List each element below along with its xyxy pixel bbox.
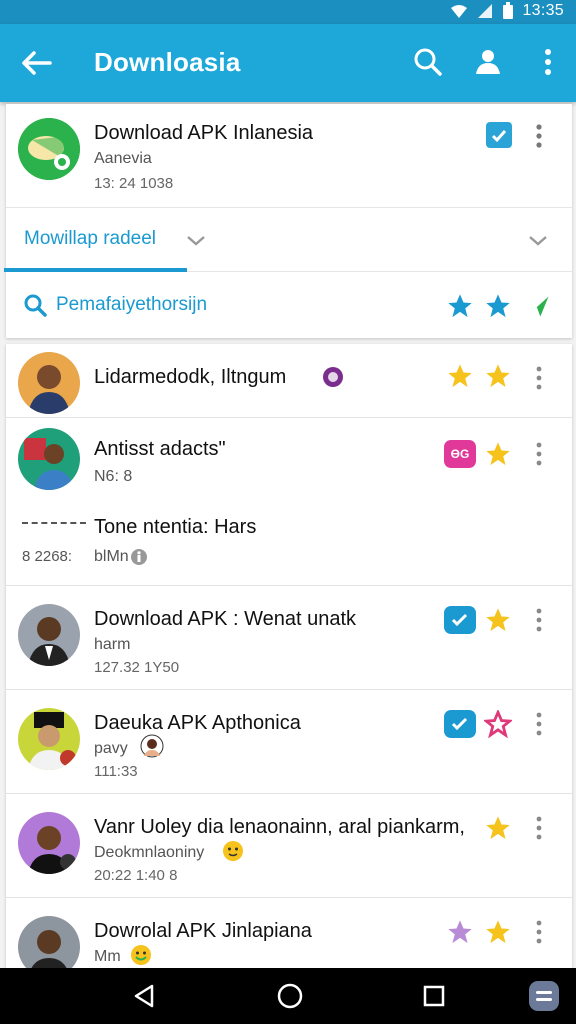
emoji-icon: [223, 841, 243, 861]
more-vert-icon[interactable]: [532, 364, 546, 392]
results-list: Lidarmedodk, Iltngum Antisst adacts" N6:…: [6, 344, 572, 970]
search-icon[interactable]: [22, 292, 48, 318]
battery-icon: [503, 2, 514, 19]
app-name: Download APK Inlanesia: [94, 122, 314, 144]
status-bar: 13:35: [0, 0, 576, 24]
list-item[interactable]: Lidarmedodk, Iltngum: [6, 344, 572, 418]
chevron-down-icon[interactable]: [184, 228, 208, 252]
avatar: [18, 812, 80, 874]
back-arrow-icon[interactable]: [20, 46, 54, 80]
item-meta: 20:22 1:40 8: [94, 867, 178, 884]
list-item[interactable]: Antisst adacts" N6: 8 ӨG Tone ntentia: H…: [6, 418, 572, 586]
item-title: Daeuka APK Apthonica: [94, 712, 301, 734]
item-subtitle: Deokmnlaoniny: [94, 844, 205, 861]
wifi-icon: [451, 5, 468, 18]
signal-icon: [478, 4, 493, 18]
star-icon[interactable]: [484, 918, 512, 946]
more-vert-icon[interactable]: [532, 606, 546, 634]
status-icons: 13:35: [450, 2, 564, 20]
send-icon[interactable]: [524, 292, 552, 320]
more-vert-icon[interactable]: [530, 44, 566, 80]
star-icon[interactable]: [446, 362, 474, 390]
item-title: Vanr Uoley dia lenaonainn, aral piankarm…: [94, 816, 465, 838]
item-subtitle: pavy: [94, 740, 128, 757]
avatar: [18, 428, 80, 490]
more-vert-icon[interactable]: [532, 814, 546, 842]
item-title: Dowrolal APK Jinlapiana: [94, 920, 312, 942]
star-icon[interactable]: [484, 292, 512, 320]
item-title: Lidarmedodk, Iltngum: [94, 366, 287, 388]
star-icon[interactable]: [484, 440, 512, 468]
nav-home-icon[interactable]: [276, 982, 304, 1010]
list-item[interactable]: Vanr Uoley dia lenaonainn, aral piankarm…: [6, 794, 572, 898]
item-meta: 111:33: [94, 763, 138, 780]
app-title: Downloasia: [94, 47, 241, 77]
tab-bar: Mowillap radeel: [4, 208, 572, 272]
keyboard-icon[interactable]: [528, 980, 560, 1012]
download-badge-icon[interactable]: [486, 122, 512, 148]
item-title: Download APK : Wenat unatk: [94, 608, 357, 630]
more-vert-icon[interactable]: [532, 918, 546, 946]
account-icon[interactable]: [470, 44, 506, 80]
tab-active[interactable]: Mowillap radeel: [24, 228, 156, 250]
search-icon[interactable]: [410, 44, 446, 80]
item-badge[interactable]: ӨG: [444, 440, 476, 468]
app-bar: Downloasia: [0, 24, 576, 102]
like-badge-icon[interactable]: [444, 606, 476, 634]
list-item[interactable]: Download APK : Wenat unatk harm 127.32 1…: [6, 586, 572, 690]
verified-icon: [323, 367, 343, 387]
search-row[interactable]: Pemafaiyethorsijn: [6, 272, 572, 338]
star-icon[interactable]: [446, 918, 474, 946]
avatar: [18, 604, 80, 666]
more-vert-icon[interactable]: [532, 122, 546, 150]
star-icon[interactable]: [446, 292, 474, 320]
more-vert-icon[interactable]: [532, 440, 546, 468]
app-info-card: Download APK Inlanesia Aanevia 13: 24 10…: [4, 104, 572, 338]
system-nav-bar: [0, 968, 576, 1024]
item-subtitle: harm: [94, 636, 131, 653]
star-outline-icon[interactable]: [484, 710, 512, 738]
avatar: [18, 708, 80, 770]
app-developer: Aanevia: [94, 150, 152, 167]
emoji-icon: [131, 945, 151, 965]
item-count: 8 2268:: [22, 548, 73, 565]
app-logo: [18, 118, 80, 180]
status-time: 13:35: [522, 2, 564, 19]
search-text[interactable]: Pemafaiyethorsijn: [56, 294, 207, 316]
app-header[interactable]: Download APK Inlanesia Aanevia 13: 24 10…: [6, 104, 572, 208]
nav-recents-icon[interactable]: [420, 982, 448, 1010]
item-title: Tone ntentia: Hars: [94, 516, 257, 538]
avatar: [18, 916, 80, 970]
info-icon: [131, 549, 147, 565]
star-icon[interactable]: [484, 606, 512, 634]
item-title: Antisst adacts": [94, 438, 226, 460]
nav-back-icon[interactable]: [130, 982, 158, 1010]
item-subtitle: blMn: [94, 548, 129, 565]
chevron-down-icon[interactable]: [526, 228, 550, 252]
avatar: [18, 352, 80, 414]
like-badge-icon[interactable]: [444, 710, 476, 738]
avatar-small-icon: [140, 734, 164, 758]
list-item[interactable]: Dowrolal APK Jinlapiana Mm: [6, 898, 572, 970]
item-subtitle: N6: 8: [94, 468, 133, 485]
item-subtitle: Mm: [94, 948, 121, 965]
app-meta: 13: 24 1038: [94, 175, 174, 192]
star-icon[interactable]: [484, 814, 512, 842]
list-item[interactable]: Daeuka APK Apthonica pavy 111:33: [6, 690, 572, 794]
star-icon[interactable]: [484, 362, 512, 390]
item-meta: 127.32 1Y50: [94, 659, 180, 676]
more-vert-icon[interactable]: [532, 710, 546, 738]
divider: [22, 522, 86, 524]
